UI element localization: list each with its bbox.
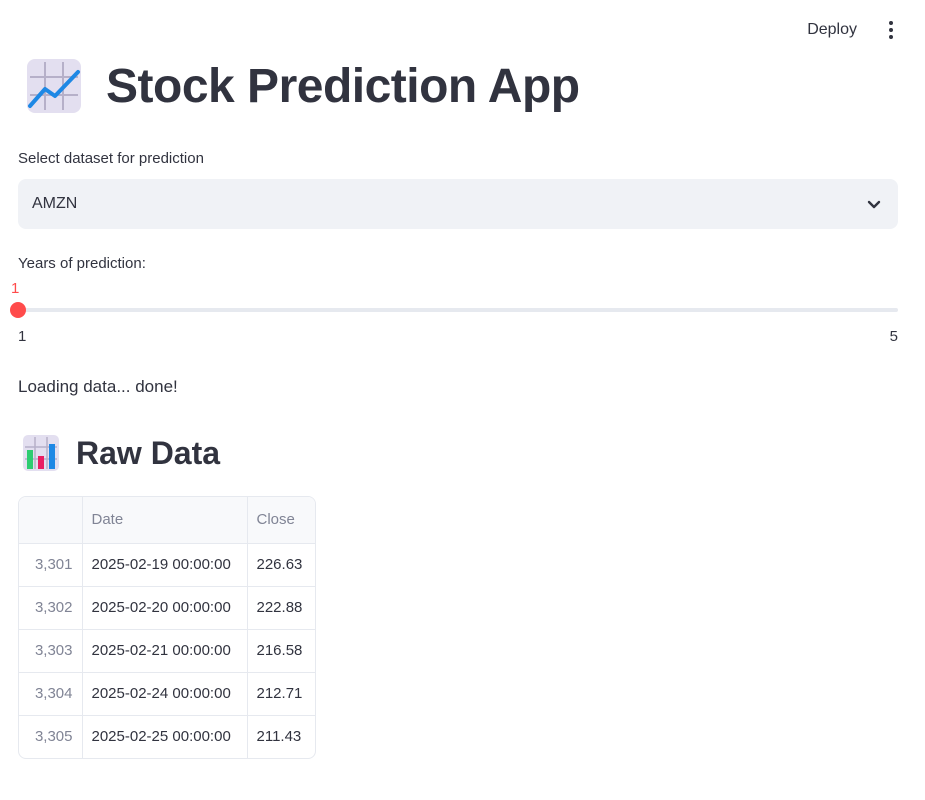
date-cell[interactable]: 2025-02-19 00:00:00 (82, 543, 248, 587)
row-index[interactable]: 3,303 (19, 629, 83, 673)
column-header-close[interactable]: Close (247, 497, 315, 544)
date-cell[interactable]: 2025-02-25 00:00:00 (82, 715, 248, 758)
table-header-row: Date Close (19, 497, 315, 544)
close-cell[interactable]: 222.88 (247, 586, 315, 630)
slider-current-value: 1 (11, 280, 20, 297)
table-row: 3,304 2025-02-24 00:00:00 212.71 (19, 672, 315, 716)
row-index[interactable]: 3,302 (19, 586, 83, 630)
dataset-select-label: Select dataset for prediction (18, 150, 204, 167)
status-message: Loading data... done! (18, 377, 178, 396)
top-toolbar: Deploy (795, 0, 925, 60)
years-slider-thumb[interactable] (10, 302, 26, 318)
close-cell[interactable]: 212.71 (247, 672, 315, 716)
page-title: Stock Prediction App (106, 59, 580, 113)
column-header-date[interactable]: Date (82, 497, 248, 544)
close-cell[interactable]: 216.58 (247, 629, 315, 673)
table-row: 3,305 2025-02-25 00:00:00 211.43 (19, 715, 315, 758)
column-header-index[interactable] (19, 497, 83, 544)
raw-data-table[interactable]: Date Close 3,301 2025-02-19 00:00:00 226… (18, 496, 316, 759)
chevron-down-icon (867, 200, 881, 209)
years-slider-track[interactable] (18, 308, 898, 312)
deploy-button[interactable]: Deploy (795, 15, 869, 45)
table-row: 3,301 2025-02-19 00:00:00 226.63 (19, 543, 315, 587)
date-cell[interactable]: 2025-02-20 00:00:00 (82, 586, 248, 630)
date-cell[interactable]: 2025-02-24 00:00:00 (82, 672, 248, 716)
table-row: 3,302 2025-02-20 00:00:00 222.88 (19, 586, 315, 630)
years-slider-label: Years of prediction: (18, 255, 146, 272)
row-index[interactable]: 3,304 (19, 672, 83, 716)
close-cell[interactable]: 211.43 (247, 715, 315, 758)
raw-data-header: Raw Data (22, 434, 220, 472)
row-index[interactable]: 3,305 (19, 715, 83, 758)
dataset-select[interactable]: AMZN (18, 179, 898, 229)
date-cell[interactable]: 2025-02-21 00:00:00 (82, 629, 248, 673)
row-index[interactable]: 3,301 (19, 543, 83, 587)
close-cell[interactable]: 226.63 (247, 543, 315, 587)
page-header: Stock Prediction App (26, 58, 580, 114)
table-row: 3,303 2025-02-21 00:00:00 216.58 (19, 629, 315, 673)
raw-data-title: Raw Data (76, 434, 221, 471)
bar-chart-icon (23, 435, 59, 471)
slider-min-label: 1 (18, 328, 27, 345)
chart-increasing-icon (27, 59, 81, 113)
slider-max-label: 5 (889, 328, 898, 345)
dataset-select-value: AMZN (32, 195, 78, 212)
more-vertical-icon[interactable] (879, 18, 903, 42)
